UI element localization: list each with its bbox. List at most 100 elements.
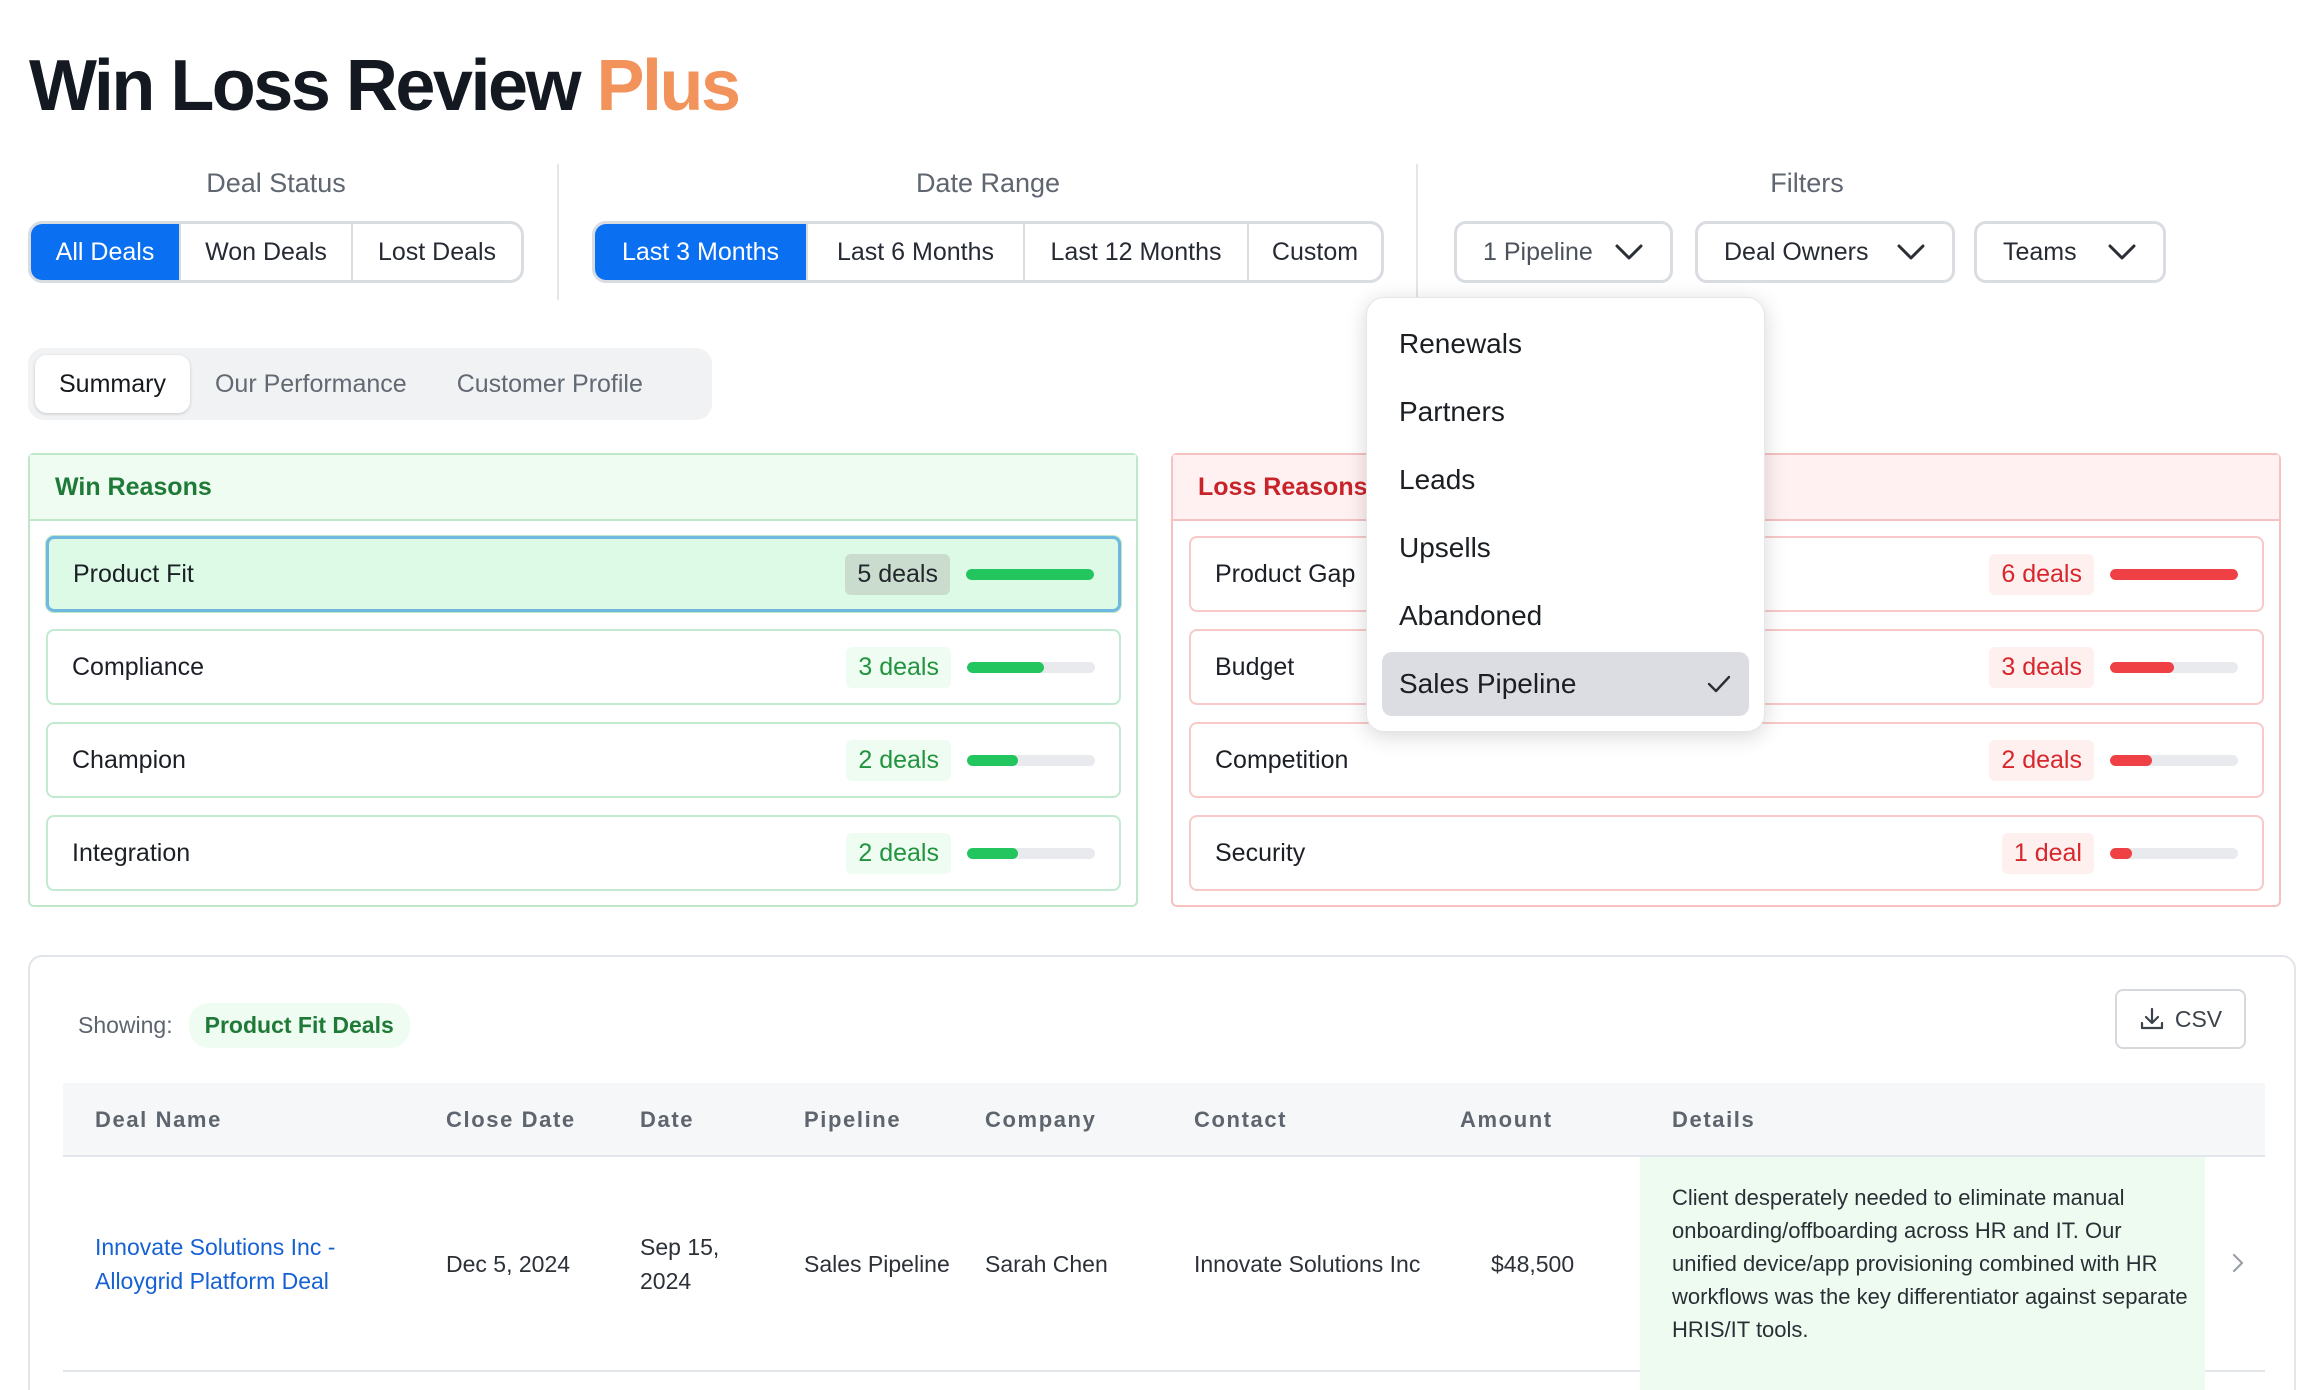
win-reason-row[interactable]: Product Fit 5 deals [46, 536, 1121, 612]
pipeline-dropdown-label: 1 Pipeline [1483, 237, 1593, 266]
deal-owners-dropdown-label: Deal Owners [1724, 237, 1869, 266]
reason-bar-fill [2110, 568, 2238, 580]
details-cell: Client desperately needed to eliminate m… [1672, 1185, 2188, 1342]
date-range-custom[interactable]: Custom [1249, 224, 1381, 280]
chevron-down-icon [2108, 244, 2136, 260]
deal-count-badge: 2 deals [1989, 739, 2094, 781]
win-reason-row[interactable]: Champion 2 deals [46, 722, 1121, 798]
csv-button-label: CSV [2174, 1005, 2223, 1032]
deals-card: Showing: Product Fit Deals CSV Deal Name… [28, 955, 2296, 1390]
showing-filter-pill: Product Fit Deals [188, 1003, 410, 1048]
column-header[interactable]: Pipeline [804, 1083, 901, 1157]
amount-cell: $48,500 [1491, 1250, 1575, 1277]
menu-item-label: Partners [1399, 396, 1505, 427]
page-title: Win Loss Review Plus [29, 46, 741, 126]
reason-bar-fill [966, 568, 1094, 580]
chevron-down-icon [1615, 244, 1643, 260]
column-header[interactable]: Details [1672, 1083, 1755, 1157]
deal-count-badge: 6 deals [1989, 553, 2094, 595]
win-reason-row[interactable]: Compliance 3 deals [46, 629, 1121, 705]
reason-name: Security [1215, 838, 1306, 867]
column-header[interactable]: Deal Name [95, 1083, 222, 1157]
win-reasons-panel: Win Reasons Product Fit 5 deals Complian… [28, 453, 1138, 907]
pipeline-dropdown[interactable]: 1 Pipeline [1454, 221, 1673, 283]
date-range-6-months[interactable]: Last 6 Months [808, 224, 1025, 280]
reason-bar-fill [967, 847, 1019, 859]
filters-label: Filters [1770, 168, 1844, 198]
reason-bar [967, 847, 1095, 859]
download-icon [2140, 1007, 2163, 1030]
pipeline-option-leads[interactable]: Leads [1382, 448, 1749, 512]
reason-bar-fill [2110, 847, 2132, 859]
date-range-3-months[interactable]: Last 3 Months [595, 224, 808, 280]
table-row[interactable]: Innovate Solutions Inc - Alloygrid Platf… [63, 1157, 2265, 1390]
deal-count-badge: 1 deal [2001, 832, 2094, 874]
pipeline-option-abandoned[interactable]: Abandoned [1382, 584, 1749, 648]
column-header[interactable]: Amount [1460, 1083, 1553, 1157]
teams-dropdown-label: Teams [2003, 237, 2077, 266]
reason-bar [2110, 568, 2238, 580]
menu-item-label: Renewals [1399, 328, 1522, 359]
reason-name: Integration [72, 838, 191, 867]
divider [557, 164, 559, 300]
win-reasons-title: Win Reasons [30, 455, 1136, 521]
teams-dropdown[interactable]: Teams [1974, 221, 2166, 283]
tab-our-performance[interactable]: Our Performance [190, 355, 432, 413]
date-cell: Sep 15, 2024 [640, 1234, 720, 1294]
checkmark-icon [1707, 675, 1731, 693]
tab-summary[interactable]: Summary [35, 355, 190, 413]
reason-name: Compliance [72, 652, 205, 681]
column-header[interactable]: Date [640, 1083, 694, 1157]
showing-filter: Showing: Product Fit Deals [78, 1003, 410, 1048]
reason-name: Champion [72, 745, 186, 774]
deal-count-badge: 3 deals [846, 646, 951, 688]
pipeline-option-upsells[interactable]: Upsells [1382, 516, 1749, 580]
reason-bar-fill [967, 754, 1019, 766]
chevron-down-icon [1897, 244, 1925, 260]
date-range-segmented: Last 3 Months Last 6 Months Last 12 Mont… [592, 221, 1384, 283]
pipeline-menu: Renewals Partners Leads Upsells Abandone… [1366, 297, 1765, 732]
deal-count-badge: 2 deals [846, 739, 951, 781]
reason-bar [967, 661, 1095, 673]
deal-status-won[interactable]: Won Deals [181, 224, 353, 280]
menu-item-label: Sales Pipeline [1399, 668, 1577, 699]
loss-reason-row[interactable]: Competition 2 deals [1189, 722, 2264, 798]
contact-cell: Innovate Solutions Inc [1194, 1250, 1421, 1277]
column-header[interactable]: Contact [1194, 1083, 1287, 1157]
reason-bar [2110, 754, 2238, 766]
deal-status-all[interactable]: All Deals [31, 224, 181, 280]
reason-bar [966, 568, 1094, 580]
pipeline-option-renewals[interactable]: Renewals [1382, 312, 1749, 376]
loss-reason-row[interactable]: Security 1 deal [1189, 815, 2264, 891]
deal-status-segmented: All Deals Won Deals Lost Deals [28, 221, 524, 283]
column-header[interactable]: Close Date [446, 1083, 576, 1157]
reason-bar [2110, 847, 2238, 859]
reason-name: Product Fit [73, 559, 194, 588]
date-range-12-months[interactable]: Last 12 Months [1025, 224, 1249, 280]
win-reason-row[interactable]: Integration 2 deals [46, 815, 1121, 891]
column-header[interactable]: Company [985, 1083, 1096, 1157]
deal-count-badge: 3 deals [1989, 646, 2094, 688]
reason-bar-fill [2110, 754, 2153, 766]
pipeline-cell: Sales Pipeline [804, 1250, 950, 1277]
reason-bar [967, 754, 1095, 766]
menu-item-label: Upsells [1399, 532, 1491, 563]
view-tabs: Summary Our Performance Customer Profile [28, 348, 712, 420]
reason-name: Competition [1215, 745, 1349, 774]
menu-item-label: Abandoned [1399, 600, 1543, 631]
pipeline-option-sales-pipeline[interactable]: Sales Pipeline [1382, 652, 1749, 716]
deal-name-link[interactable]: Innovate Solutions Inc - Alloygrid Platf… [95, 1157, 395, 1372]
deal-status-label: Deal Status [206, 168, 346, 198]
close-date-cell: Dec 5, 2024 [446, 1250, 571, 1277]
tab-customer-profile[interactable]: Customer Profile [432, 355, 668, 413]
deal-status-lost[interactable]: Lost Deals [353, 224, 521, 280]
deal-count-badge: 2 deals [846, 832, 951, 874]
deal-owners-dropdown[interactable]: Deal Owners [1695, 221, 1955, 283]
reason-bar-fill [967, 661, 1044, 673]
pipeline-option-partners[interactable]: Partners [1382, 380, 1749, 444]
deal-count-badge: 5 deals [845, 553, 950, 595]
table-header: Deal Name Close Date Date Pipeline Compa… [63, 1083, 2265, 1157]
csv-export-button[interactable]: CSV [2115, 989, 2246, 1049]
chevron-right-icon[interactable] [2231, 1252, 2245, 1274]
company-cell: Sarah Chen [985, 1250, 1108, 1277]
